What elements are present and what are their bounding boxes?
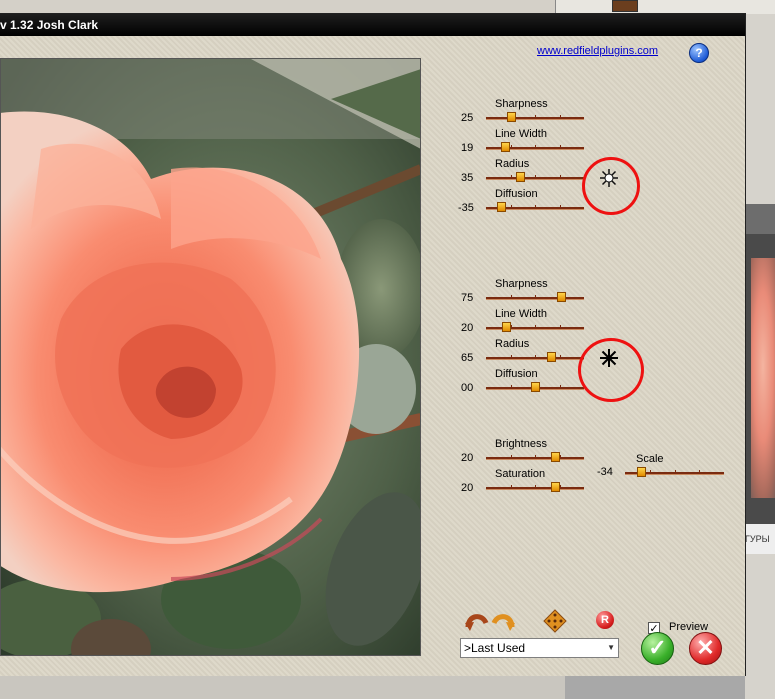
slider-tick: [560, 485, 561, 487]
slider-tick: [560, 145, 561, 147]
randomize-dice-icon[interactable]: [543, 609, 567, 633]
slider-tick: [535, 355, 536, 357]
slider-tick: [511, 205, 512, 207]
diffusion-slider[interactable]: [486, 202, 584, 212]
window-title: v 1.32 Josh Clark: [0, 18, 99, 32]
cancel-button[interactable]: ✕: [689, 632, 722, 665]
slider-tick: [560, 115, 561, 117]
slider-value-diffusion: -35: [458, 202, 474, 214]
slider-tick: [535, 145, 536, 147]
red-annotation-circle-2: [578, 338, 644, 402]
slider-tick: [511, 145, 512, 147]
slider-label-scale: Scale: [636, 453, 664, 465]
slider-tick: [511, 295, 512, 297]
plugin-window: v 1.32 Josh Clark www.redfieldplugins.co…: [0, 13, 746, 676]
slider-tick: [675, 470, 676, 472]
slider-thumb[interactable]: [557, 292, 566, 302]
slider-tick: [699, 470, 700, 472]
slider-tick: [535, 485, 536, 487]
background-app-top: [0, 0, 775, 14]
slider-tick: [511, 485, 512, 487]
slider-tick: [535, 115, 536, 117]
sharpness-slider[interactable]: [486, 112, 584, 122]
dialog-client-area: www.redfieldplugins.com ? Sharpness 25 L…: [0, 36, 745, 676]
saturation-slider[interactable]: [486, 482, 584, 492]
diffusion-slider-2[interactable]: [486, 382, 584, 392]
slider-tick: [560, 355, 561, 357]
slider-label-diffusion-2: Diffusion: [495, 368, 538, 380]
background-tab[interactable]: ГУРЫ: [745, 524, 775, 554]
slider-thumb[interactable]: [501, 142, 510, 152]
slider-thumb[interactable]: [507, 112, 516, 122]
slider-tick: [535, 325, 536, 327]
rose-photo: [1, 59, 420, 655]
background-panel: [745, 14, 775, 204]
slider-tick: [535, 205, 536, 207]
slider-tick: [560, 205, 561, 207]
background-image-thumbnail: [745, 234, 775, 524]
slider-thumb[interactable]: [551, 452, 560, 462]
slider-label-radius-2: Radius: [495, 338, 530, 350]
line-width-slider-2[interactable]: [486, 322, 584, 332]
background-toolbar-strip: [555, 0, 775, 14]
slider-tick: [560, 455, 561, 457]
slider-thumb[interactable]: [551, 482, 560, 492]
ok-button[interactable]: ✓: [641, 632, 674, 665]
slider-tick: [511, 385, 512, 387]
slider-tick: [560, 385, 561, 387]
slider-label-saturation: Saturation: [495, 468, 546, 480]
brightness-slider[interactable]: [486, 452, 584, 462]
website-link[interactable]: www.redfieldplugins.com: [537, 45, 658, 57]
slider-label-line-width-2: Line Width: [495, 308, 547, 320]
slider-tick: [511, 455, 512, 457]
slider-thumb[interactable]: [637, 467, 646, 477]
slider-thumb[interactable]: [531, 382, 540, 392]
background-panel-bottom: [745, 554, 775, 699]
background-app-right: ГУРЫ: [745, 14, 775, 699]
slider-value-scale: -34: [597, 466, 613, 478]
slider-label-brightness: Brightness: [495, 438, 547, 450]
slider-label-line-width: Line Width: [495, 128, 547, 140]
background-app-bottom: [0, 676, 745, 699]
slider-tick: [560, 175, 561, 177]
reset-button[interactable]: R: [596, 611, 614, 629]
preset-select[interactable]: >Last Used ▼: [460, 638, 619, 658]
slider-tick: [560, 325, 561, 327]
scale-slider[interactable]: [625, 467, 724, 477]
help-icon[interactable]: ?: [689, 43, 709, 63]
radius-slider-2[interactable]: [486, 352, 584, 362]
sharpness-slider-2[interactable]: [486, 292, 584, 302]
slider-tick: [650, 470, 651, 472]
slider-label-radius: Radius: [495, 158, 530, 170]
image-preview[interactable]: [0, 58, 421, 656]
slider-tick: [511, 355, 512, 357]
red-annotation-circle: [582, 157, 640, 215]
title-bar[interactable]: v 1.32 Josh Clark: [0, 14, 745, 36]
slider-label-sharpness-2: Sharpness: [495, 278, 548, 290]
slider-label-sharpness: Sharpness: [495, 98, 548, 110]
slider-thumb[interactable]: [502, 322, 511, 332]
radius-slider[interactable]: [486, 172, 584, 182]
slider-tick: [511, 175, 512, 177]
background-color-swatch: [612, 0, 638, 12]
slider-label-diffusion: Diffusion: [495, 188, 538, 200]
slider-tick: [535, 175, 536, 177]
preset-selected-value: >Last Used: [464, 641, 526, 655]
slider-tick: [535, 295, 536, 297]
slider-thumb[interactable]: [497, 202, 506, 212]
slider-tick: [511, 325, 512, 327]
line-width-slider[interactable]: [486, 142, 584, 152]
chevron-down-icon[interactable]: ▼: [607, 639, 615, 657]
slider-tick: [535, 455, 536, 457]
undo-redo-arrows-icon[interactable]: [464, 609, 516, 631]
slider-thumb[interactable]: [516, 172, 525, 182]
slider-thumb[interactable]: [547, 352, 556, 362]
